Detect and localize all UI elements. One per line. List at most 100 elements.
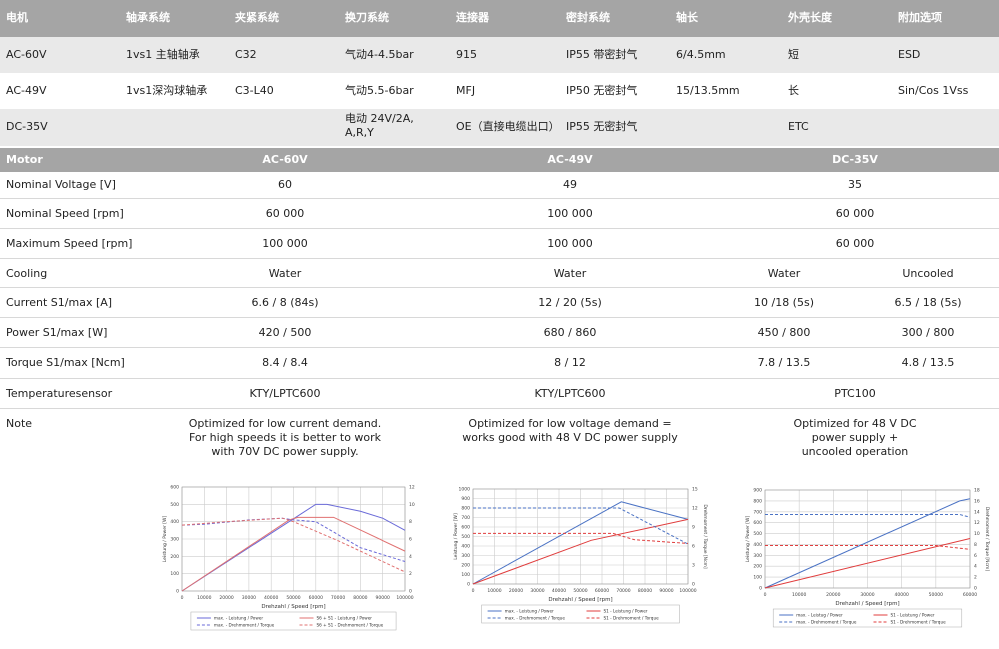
y2-tick-label: 2 xyxy=(974,575,977,581)
y-axis-label: Leistung / Power [W] xyxy=(745,516,751,563)
x-tick-label: 10000 xyxy=(792,592,806,598)
y-tick-label: 500 xyxy=(170,502,179,508)
spec-ac60: KTY/LPTC600 xyxy=(249,387,321,400)
legend-label: S1 - Leistung / Power xyxy=(604,609,648,614)
y-tick-label: 1000 xyxy=(459,487,471,493)
y-tick-label: 200 xyxy=(170,554,179,560)
y-tick-label: 800 xyxy=(461,506,470,512)
cell: 电机 xyxy=(6,11,28,24)
cell: 换刀系统 xyxy=(345,11,389,24)
spec-dc35b: 6.5 / 18 (5s) xyxy=(894,296,962,309)
y-tick-label: 600 xyxy=(461,525,470,531)
legend-label: max. - Leistung / Power xyxy=(214,616,263,621)
spec-dc35a: Water xyxy=(767,267,801,280)
cell: OE（直接电缆出口） xyxy=(456,120,560,133)
y-tick-label: 100 xyxy=(170,571,179,577)
chart-ac49v: 0 10000 20000 30000 40000 50000 60000 70000 8000… xyxy=(453,487,708,624)
spec-dc35: 60 000 xyxy=(835,207,875,220)
spec-dc35a: 7.8 / 13.5 xyxy=(757,356,811,369)
legend-label: max. - Drehmoment / Torque xyxy=(505,616,566,621)
legend-label: max. - Leistug / Power xyxy=(796,613,843,618)
cell: 气动4-4.5bar xyxy=(345,48,414,61)
spec-label: Maximum Speed [rpm] xyxy=(6,237,133,250)
spec-ac49: Optimized for low voltage demand = works… xyxy=(462,417,678,444)
cell: 915 xyxy=(456,48,477,61)
spec-row: Nominal Speed [rpm] 60 000 100 000 60 000 xyxy=(0,198,999,229)
spec-row: Power S1/max [W] 420 / 500 680 / 860 450 / … xyxy=(0,317,999,348)
x-tick-label: 30000 xyxy=(860,592,874,598)
spec-ac49: 100 000 xyxy=(547,207,593,220)
x-tick-label: 10000 xyxy=(197,595,211,601)
x-tick-label: 10000 xyxy=(487,588,501,594)
spec-ac60: 100 000 xyxy=(262,237,308,250)
y2-tick-label: 0 xyxy=(409,589,412,595)
x-tick-label: 0 xyxy=(181,595,184,601)
y2-tick-label: 12 xyxy=(409,485,415,491)
options-header-row: 电机 轴承系统 夹紧系统 换刀系统 连接器 密封系统 轴长 外壳长度 附加选项 xyxy=(0,0,999,37)
y2-axis-label: Drehmoment / Torque [Ncm] xyxy=(702,504,708,569)
x-tick-label: 100000 xyxy=(679,588,696,594)
spec-row: Cooling Water Water Water Uncooled xyxy=(0,258,999,288)
spec-label: Temperaturesensor xyxy=(6,387,113,400)
x-tick-label: 20000 xyxy=(219,595,233,601)
x-tick-label: 0 xyxy=(764,592,767,598)
header-cell: AC-49V xyxy=(547,153,593,166)
cell: Sin/Cos 1Vss xyxy=(898,84,969,97)
y-axis-label: Leistung / Power [W] xyxy=(162,516,168,563)
x-axis-label: Drehzahl / Speed [rpm] xyxy=(835,601,899,607)
cell: AC-49V xyxy=(6,84,47,97)
x-tick-label: 40000 xyxy=(895,592,909,598)
spec-dc35: 35 xyxy=(848,178,862,191)
x-tick-label: 50000 xyxy=(929,592,943,598)
options-row: DC-35V 电动 24V/2A, A,R,Y OE（直接电缆出口） IP55 无密封… xyxy=(0,109,999,146)
cell: 1vs1深沟球轴承 xyxy=(126,84,208,97)
cell: C32 xyxy=(235,48,257,61)
y2-tick-label: 8 xyxy=(409,519,412,525)
cell: AC-60V xyxy=(6,48,47,61)
spec-ac49: 12 / 20 (5s) xyxy=(538,296,602,309)
x-tick-label: 50000 xyxy=(286,595,300,601)
y2-tick-label: 4 xyxy=(974,564,977,570)
cell: 1vs1 主轴轴承 xyxy=(126,48,200,61)
y2-tick-label: 8 xyxy=(974,542,977,548)
x-tick-label: 30000 xyxy=(242,595,256,601)
x-tick-label: 100000 xyxy=(396,595,413,601)
spec-row: Current S1/max [A] 6.6 / 8 (84s) 12 / 20 (… xyxy=(0,287,999,318)
spec-dc35b: 4.8 / 13.5 xyxy=(901,356,955,369)
spec-header-row: Motor AC-60V AC-49V DC-35V xyxy=(0,148,999,172)
spec-dc35a: 450 / 800 xyxy=(757,326,811,339)
y-tick-label: 400 xyxy=(170,519,179,525)
x-tick-label: 70000 xyxy=(616,588,630,594)
y2-axis-label: Drehmoment / Torque [Ncm] xyxy=(984,507,990,572)
x-tick-label: 80000 xyxy=(353,595,367,601)
cell: 密封系统 xyxy=(566,11,610,24)
x-tick-label: 40000 xyxy=(552,588,566,594)
y-tick-label: 100 xyxy=(461,572,470,578)
spec-row: Maximum Speed [rpm] 100 000 100 000 60 000 xyxy=(0,228,999,259)
y2-tick-label: 15 xyxy=(692,487,698,493)
y2-tick-label: 6 xyxy=(974,553,977,559)
spec-ac49: 49 xyxy=(563,178,577,191)
spec-ac60: Water xyxy=(268,267,302,280)
options-row: AC-60V 1vs1 主轴轴承 C32 气动4-4.5bar 915 IP55 带密封气… xyxy=(0,37,999,73)
x-tick-label: 60000 xyxy=(595,588,609,594)
spec-label: Cooling xyxy=(6,267,48,280)
legend-label: S6 + S1 - Drehmoment / Torque xyxy=(317,623,384,628)
y-tick-label: 700 xyxy=(753,509,762,515)
cell: 连接器 xyxy=(456,11,489,24)
cell: IP55 带密封气 xyxy=(566,48,638,61)
y2-tick-label: 16 xyxy=(974,498,980,504)
cell: MFJ xyxy=(456,84,476,97)
cell: 15/13.5mm xyxy=(676,84,740,97)
y-tick-label: 0 xyxy=(759,586,762,592)
header-cell: Motor xyxy=(6,153,43,166)
y-tick-label: 300 xyxy=(170,537,179,543)
spec-row: Note Optimized for low current demand. Fo… xyxy=(0,408,999,458)
y-tick-label: 0 xyxy=(467,582,470,588)
y-tick-label: 300 xyxy=(461,553,470,559)
x-tick-label: 70000 xyxy=(331,595,345,601)
x-tick-label: 50000 xyxy=(573,588,587,594)
legend-label: S1 - Drehmoment / Torque xyxy=(604,616,660,621)
spec-ac60: 6.6 / 8 (84s) xyxy=(251,296,319,309)
x-tick-label: 60000 xyxy=(963,592,977,598)
